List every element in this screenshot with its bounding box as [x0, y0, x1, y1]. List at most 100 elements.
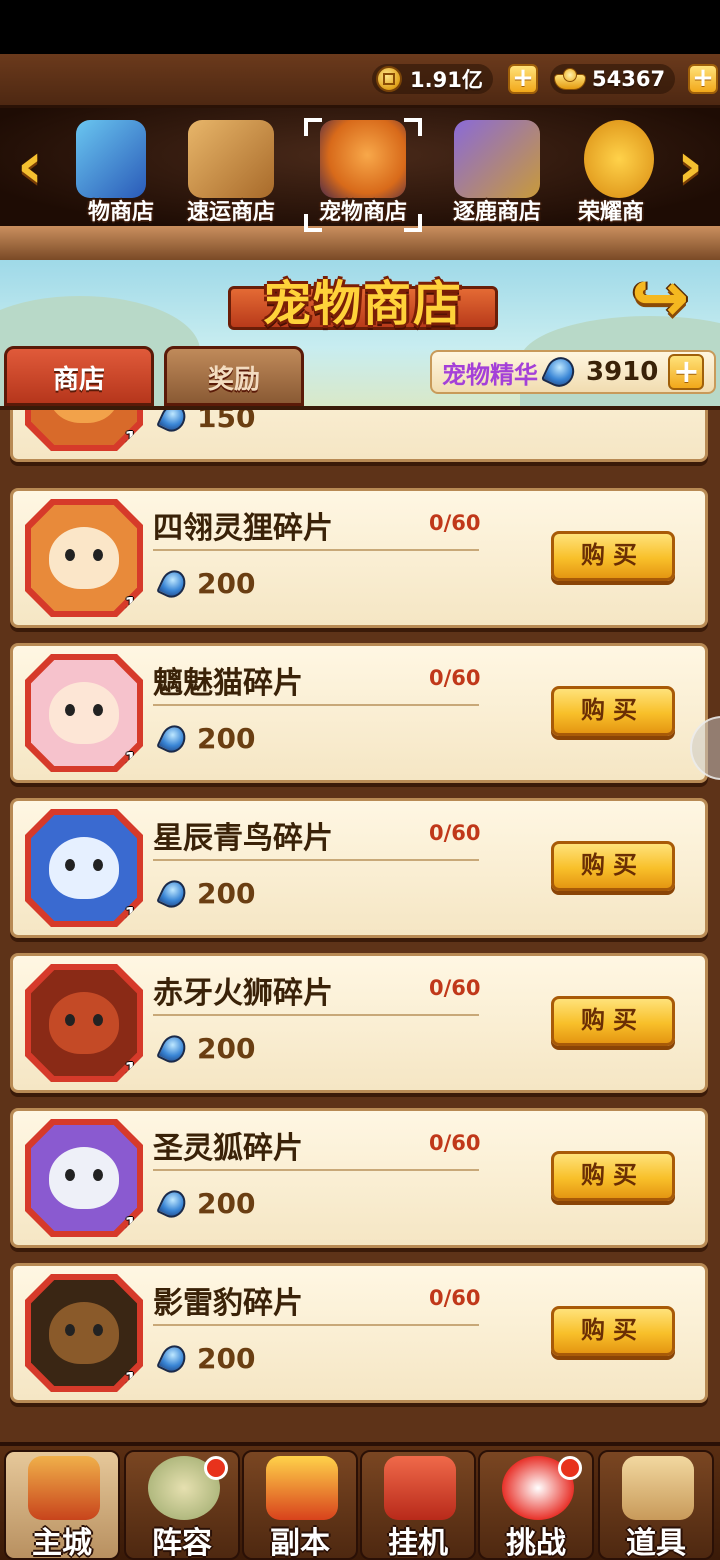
item-name: 影雷豹碎片	[153, 1286, 303, 1321]
pet-shop-partial-art-icon	[76, 120, 146, 198]
add-coins-button[interactable]: +	[508, 64, 538, 94]
item-price: 150	[197, 406, 256, 434]
item-count: 1	[124, 1214, 137, 1235]
buy-button[interactable]: 购买	[551, 996, 675, 1046]
nav-dungeon[interactable]: 副本	[242, 1450, 358, 1560]
pet-portrait: 1	[25, 410, 143, 451]
shop-tab-4[interactable]: 荣耀商	[568, 116, 660, 228]
coin-value: 1.91亿	[410, 68, 483, 92]
ingot-value: 54367	[592, 67, 666, 91]
bird-pet-icon	[49, 837, 119, 899]
add-ingots-button[interactable]: +	[688, 64, 718, 94]
nav-label: 阵容	[152, 1526, 212, 1560]
item-progress: 0/60	[429, 821, 481, 845]
tab-reward[interactable]: 奖励	[164, 346, 304, 406]
list-item: 1 星辰青鸟碎片 0/60 200 购买	[10, 798, 708, 938]
item-name: 星辰青鸟碎片	[153, 821, 333, 856]
shop-tab-0[interactable]: 物商店	[58, 116, 154, 228]
list-item-partial: 1 150	[10, 406, 708, 462]
leopard-pet-icon	[49, 1302, 119, 1364]
item-name: 魑魅猫碎片	[153, 666, 303, 701]
shop-tabs-strip: ‹ 物商店 速运商店 宠物商店 逐鹿商店 荣耀商 ›	[0, 108, 720, 260]
list-item: 1 四翎灵狸碎片 0/60 200 购买	[10, 488, 708, 628]
item-price: 200	[197, 567, 256, 600]
list-item: 1 影雷豹碎片 0/60 200 购买	[10, 1263, 708, 1403]
gold-coin-icon	[376, 66, 402, 92]
fox-pet-icon	[49, 527, 119, 589]
buy-button[interactable]: 购买	[551, 531, 675, 581]
buy-button[interactable]: 购买	[551, 841, 675, 891]
pet-portrait: 1	[25, 1274, 143, 1392]
shop-tab-2[interactable]: 宠物商店	[300, 116, 426, 232]
page-title: 宠物商店	[262, 276, 463, 332]
list-item: 1 魑魅猫碎片 0/60 200 购买	[10, 643, 708, 783]
item-price: 200	[197, 1032, 256, 1065]
item-progress: 0/60	[429, 1286, 481, 1310]
scroll-left-arrow-icon[interactable]: ‹	[8, 134, 52, 202]
lantern-icon	[266, 1456, 338, 1520]
shop-tab-label: 逐鹿商店	[452, 200, 541, 225]
treasure-bag-icon	[384, 1456, 456, 1520]
shop-banner: 宠物商店 ↩ 商店 奖励 宠物精华 3910 +	[0, 260, 720, 406]
item-price: 200	[197, 1342, 256, 1375]
buy-button[interactable]: 购买	[551, 1151, 675, 1201]
item-count: 1	[124, 1369, 137, 1390]
nav-items[interactable]: 道具	[598, 1450, 714, 1560]
corgi-pet-icon	[320, 120, 406, 198]
pet-essence-gem-icon	[156, 875, 190, 912]
pet-essence-gem-icon	[156, 720, 190, 757]
item-list[interactable]: 1 150 1 四翎灵狸碎片 0/60 200 购买 1 魑魅猫碎片 0/60 …	[0, 406, 720, 1442]
pet-portrait: 1	[25, 964, 143, 1082]
pet-portrait: 1	[25, 809, 143, 927]
pet-essence-gem-icon	[156, 1185, 190, 1222]
nav-lineup[interactable]: 阵容	[124, 1450, 240, 1560]
coin-balance: 1.91亿	[372, 64, 493, 94]
item-count: 1	[124, 1059, 137, 1080]
shop-tab-1[interactable]: 速运商店	[168, 116, 294, 228]
nav-label: 主城	[32, 1526, 92, 1560]
list-item: 1 赤牙火狮碎片 0/60 200 购买	[10, 953, 708, 1093]
pet-essence-gem-icon	[540, 352, 580, 392]
item-name: 赤牙火狮碎片	[153, 976, 333, 1011]
item-count: 1	[124, 749, 137, 770]
pet-essence-balance: 宠物精华 3910 +	[430, 350, 716, 394]
shop-title-ribbon: 宠物商店	[228, 264, 498, 340]
nav-challenge[interactable]: 挑战	[478, 1450, 594, 1560]
bottom-nav: 主城 阵容 副本 挂机 挑战 道具	[0, 1442, 720, 1560]
add-essence-button[interactable]: +	[668, 354, 705, 390]
list-item: 1 圣灵狐碎片 0/60 200 购买	[10, 1108, 708, 1248]
pet-portrait: 1	[25, 1119, 143, 1237]
item-price: 200	[197, 877, 256, 910]
cat-pet-icon	[49, 682, 119, 744]
nav-main-city[interactable]: 主城	[4, 1450, 120, 1560]
notification-badge	[558, 1456, 582, 1480]
back-arrow-icon[interactable]: ↩	[622, 260, 698, 338]
item-progress: 0/60	[429, 1131, 481, 1155]
tab-reward-label: 奖励	[207, 365, 260, 395]
tab-shop-label: 商店	[52, 365, 105, 395]
buy-button[interactable]: 购买	[551, 686, 675, 736]
buy-button[interactable]: 购买	[551, 1306, 675, 1356]
shop-tab-label: 速运商店	[186, 200, 275, 225]
ingot-balance: 54367	[550, 64, 676, 94]
pet-essence-gem-icon	[156, 410, 190, 436]
item-price: 200	[197, 722, 256, 755]
tab-shop[interactable]: 商店	[4, 346, 154, 406]
currency-bar: 1.91亿 + 54367 +	[0, 54, 720, 108]
scroll-right-arrow-icon[interactable]: ›	[668, 134, 712, 202]
nav-idle[interactable]: 挂机	[360, 1450, 476, 1560]
honor-medal-icon	[584, 120, 654, 198]
pet-essence-value: 3910	[586, 357, 659, 387]
lion-pet-icon	[49, 992, 119, 1054]
item-progress: 0/60	[429, 976, 481, 1000]
nav-label: 挑战	[506, 1526, 566, 1560]
gold-ingot-icon	[554, 68, 586, 90]
nav-label: 道具	[626, 1526, 686, 1560]
pet-essence-gem-icon	[156, 1340, 190, 1377]
shop-tab-3[interactable]: 逐鹿商店	[434, 116, 560, 228]
nav-label: 挂机	[388, 1526, 448, 1560]
item-progress: 0/60	[429, 511, 481, 535]
status-bar	[0, 0, 720, 54]
fox-pet-icon	[49, 1147, 119, 1209]
shop-tab-label: 物商店	[87, 200, 154, 225]
